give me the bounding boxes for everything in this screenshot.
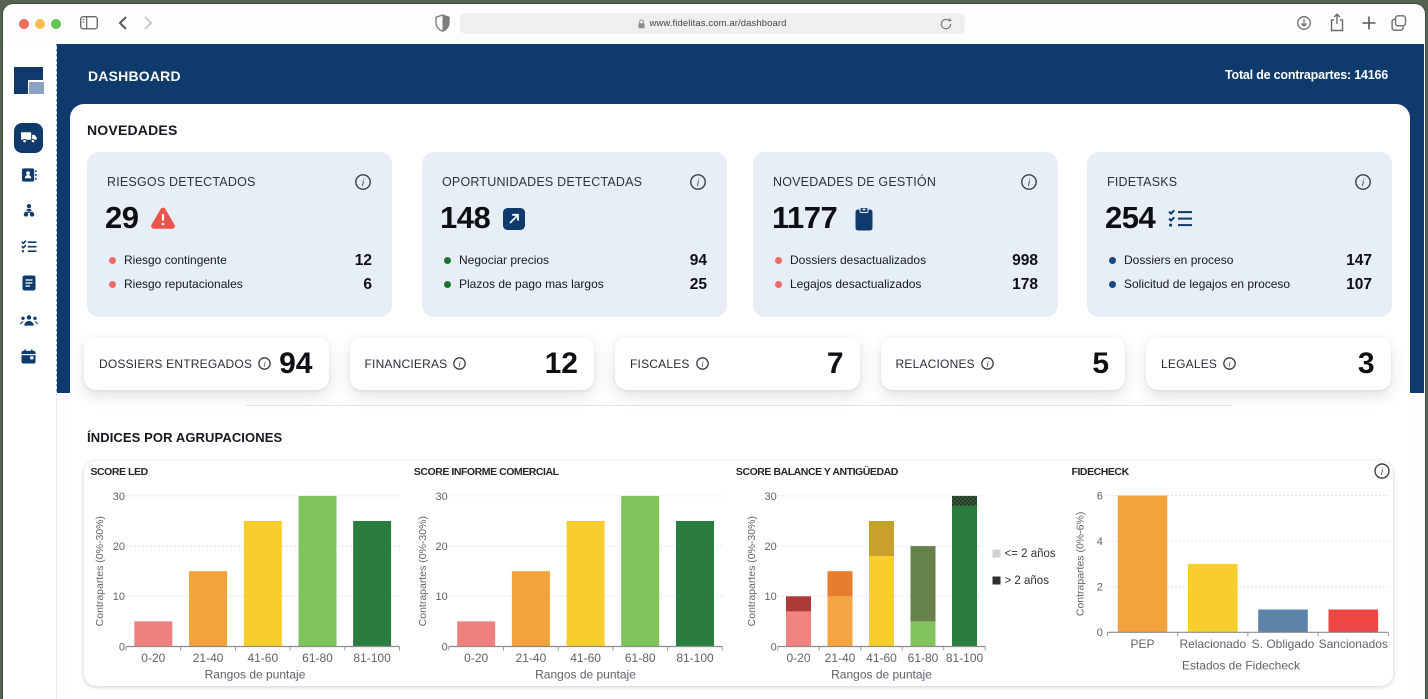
svg-text:S. Obligado: S. Obligado <box>1251 637 1314 651</box>
svg-text:10: 10 <box>112 591 124 603</box>
svg-text:FIDECHECK: FIDECHECK <box>1071 466 1129 478</box>
svg-text:Relacionado: Relacionado <box>1179 637 1246 651</box>
svg-text:41-60: 41-60 <box>570 651 601 665</box>
svg-text:21-40: 21-40 <box>515 651 546 665</box>
svg-text:0: 0 <box>441 641 447 653</box>
svg-text:i: i <box>1380 467 1383 478</box>
svg-text:4: 4 <box>1096 536 1102 548</box>
svg-text:Rangos de puntaje: Rangos de puntaje <box>204 668 305 682</box>
svg-text:61-80: 61-80 <box>302 651 333 665</box>
svg-text:SCORE LED: SCORE LED <box>90 466 148 478</box>
svg-text:i: i <box>986 360 988 369</box>
svg-text:i: i <box>459 360 461 369</box>
svg-text:30: 30 <box>112 491 124 503</box>
svg-text:21-40: 21-40 <box>824 651 855 665</box>
svg-text:<= 2 años: <= 2 años <box>1004 548 1055 560</box>
svg-text:Contrapartes (0%-30%): Contrapartes (0%-30%) <box>416 516 428 626</box>
svg-text:10: 10 <box>435 591 447 603</box>
svg-text:10: 10 <box>764 591 776 603</box>
svg-text:i: i <box>264 360 266 369</box>
svg-text:PEP: PEP <box>1130 637 1154 651</box>
svg-text:20: 20 <box>764 541 776 553</box>
svg-text:81-100: 81-100 <box>353 651 391 665</box>
svg-text:i: i <box>697 178 700 189</box>
svg-text:i: i <box>1028 178 1031 189</box>
svg-text:Contrapartes (0%-6%): Contrapartes (0%-6%) <box>1074 512 1086 616</box>
svg-text:2: 2 <box>1096 582 1102 594</box>
svg-text:61-80: 61-80 <box>624 651 655 665</box>
svg-text:> 2 años: > 2 años <box>1004 575 1049 587</box>
svg-text:SCORE BALANCE Y ANTIGÜEDAD: SCORE BALANCE Y ANTIGÜEDAD <box>735 465 898 478</box>
svg-text:41-60: 41-60 <box>866 651 897 665</box>
svg-text:i: i <box>1362 178 1365 189</box>
svg-text:61-80: 61-80 <box>907 651 938 665</box>
svg-text:81-100: 81-100 <box>945 651 983 665</box>
svg-text:i: i <box>701 360 703 369</box>
svg-text:41-60: 41-60 <box>247 651 278 665</box>
svg-text:i: i <box>1229 360 1231 369</box>
svg-text:6: 6 <box>1096 490 1102 502</box>
svg-text:21-40: 21-40 <box>192 651 223 665</box>
svg-text:Rangos de puntaje: Rangos de puntaje <box>535 668 636 682</box>
svg-text:0: 0 <box>770 641 776 653</box>
svg-text:SCORE INFORME COMERCIAL: SCORE INFORME COMERCIAL <box>413 466 559 478</box>
svg-text:Contrapartes (0%-30%): Contrapartes (0%-30%) <box>94 516 106 626</box>
svg-text:20: 20 <box>112 541 124 553</box>
svg-text:0: 0 <box>118 641 124 653</box>
svg-text:0-20: 0-20 <box>141 651 165 665</box>
svg-text:81-100: 81-100 <box>676 651 714 665</box>
svg-text:Contrapartes (0%-30%): Contrapartes (0%-30%) <box>745 516 757 626</box>
svg-text:i: i <box>362 178 365 189</box>
svg-text:30: 30 <box>435 491 447 503</box>
svg-text:Rangos de puntaje: Rangos de puntaje <box>831 668 932 682</box>
svg-text:Sancionados: Sancionados <box>1318 637 1387 651</box>
svg-text:0-20: 0-20 <box>464 651 488 665</box>
svg-text:0: 0 <box>1096 627 1102 639</box>
svg-text:20: 20 <box>435 541 447 553</box>
svg-text:Estados de Fidecheck: Estados de Fidecheck <box>1181 659 1300 673</box>
svg-text:0-20: 0-20 <box>786 651 810 665</box>
svg-text:30: 30 <box>764 491 776 503</box>
